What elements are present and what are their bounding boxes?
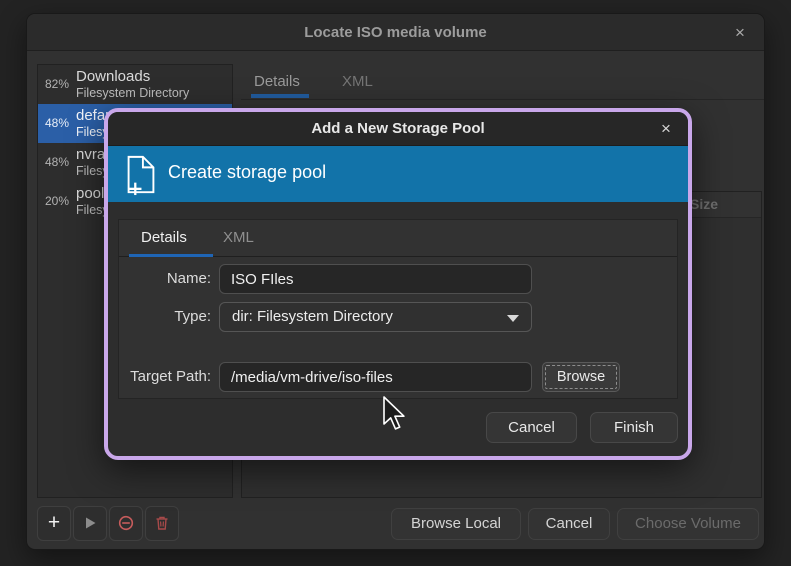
dialog-titlebar: Add a New Storage Pool ×	[108, 112, 688, 146]
banner-label: Create storage pool	[168, 162, 326, 183]
type-label: Type:	[121, 308, 211, 325]
active-tab-indicator	[251, 94, 309, 98]
dialog-tabbar: Details XML	[119, 220, 677, 257]
pool-usage-percent: 20%	[45, 194, 69, 208]
target-path-label: Target Path:	[121, 368, 211, 385]
tab-details-background[interactable]: Details	[254, 73, 300, 90]
dialog-title: Add a New Storage Pool	[108, 112, 688, 146]
choose-volume-button[interactable]: Choose Volume	[617, 508, 759, 540]
pool-name: Downloads	[76, 68, 150, 85]
pool-name: pool	[76, 185, 104, 202]
dropdown-arrow-icon	[507, 315, 519, 322]
delete-pool-icon	[153, 514, 171, 532]
close-icon[interactable]: ×	[729, 22, 751, 44]
desktop: Locate ISO media volume × Details XML 82…	[0, 0, 791, 566]
tab-details[interactable]: Details	[141, 229, 187, 246]
cancel-button-background[interactable]: Cancel	[528, 508, 610, 540]
browse-button[interactable]: Browse	[542, 362, 620, 392]
pool-type: Filesystem Directory	[76, 86, 189, 100]
create-pool-banner: Create storage pool	[108, 146, 688, 202]
dialog-notebook: Details XML Name: Type: dir: Filesystem …	[118, 219, 678, 399]
type-dropdown[interactable]: dir: Filesystem Directory	[219, 302, 532, 332]
pool-row-downloads[interactable]: 82% Downloads Filesystem Directory	[38, 65, 232, 104]
name-label: Name:	[121, 270, 211, 287]
add-pool-icon: +	[48, 511, 60, 534]
finish-button[interactable]: Finish	[590, 412, 678, 443]
pool-usage-percent: 48%	[45, 155, 69, 169]
stop-pool-button[interactable]	[109, 506, 143, 541]
cancel-button[interactable]: Cancel	[486, 412, 577, 443]
active-tab-indicator	[129, 254, 213, 257]
size-column-header[interactable]: Size	[690, 196, 718, 212]
new-document-icon	[123, 154, 159, 196]
browse-local-button[interactable]: Browse Local	[391, 508, 521, 540]
add-storage-pool-dialog: Add a New Storage Pool × Create storage …	[104, 108, 692, 460]
close-icon[interactable]: ×	[655, 118, 677, 140]
tab-xml[interactable]: XML	[223, 229, 254, 246]
window-title: Locate ISO media volume	[27, 14, 764, 51]
pool-usage-percent: 82%	[45, 77, 69, 91]
window-titlebar: Locate ISO media volume ×	[27, 14, 764, 51]
target-path-field[interactable]	[219, 362, 532, 392]
name-field[interactable]	[219, 264, 532, 294]
pool-usage-percent: 48%	[45, 116, 69, 130]
stop-pool-icon	[117, 514, 135, 532]
tabbar-divider	[241, 99, 764, 100]
add-pool-button[interactable]: +	[37, 506, 71, 541]
delete-pool-button[interactable]	[145, 506, 179, 541]
start-pool-icon	[81, 514, 99, 532]
tab-xml-background[interactable]: XML	[342, 73, 373, 90]
start-pool-button[interactable]	[73, 506, 107, 541]
type-dropdown-value: dir: Filesystem Directory	[232, 308, 393, 325]
